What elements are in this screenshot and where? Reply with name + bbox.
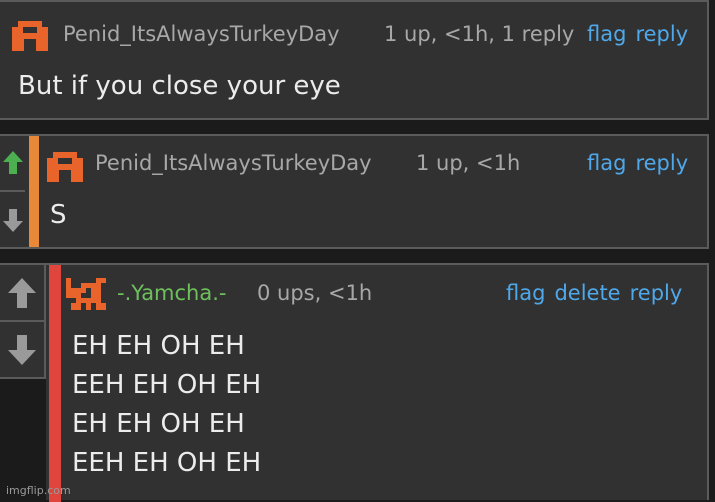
downvote-button[interactable] — [0, 192, 25, 247]
reply-link[interactable]: reply — [635, 151, 688, 175]
watermark: imgflip.com — [6, 484, 71, 497]
comment-3: -.Yamcha.- 0 ups, <1h flag delete reply … — [0, 263, 709, 502]
comment-body-line: EEH EH OH EH — [72, 370, 262, 400]
comment-2: Penid_ItsAlwaysTurkeyDay 1 up, <1h flag … — [0, 134, 709, 249]
reply-link[interactable]: reply — [630, 281, 683, 305]
comment-body-line: But if you close your eye — [18, 71, 341, 101]
delete-link[interactable]: delete — [554, 281, 620, 305]
pixel-fox-avatar-icon[interactable] — [66, 278, 106, 310]
reply-link[interactable]: reply — [635, 22, 688, 46]
comment-body-line: EH EH OH EH — [72, 331, 245, 361]
down-arrow-icon — [2, 208, 23, 232]
comment-body-line: EEH EH OH EH — [72, 448, 262, 478]
comment-username[interactable]: Penid_ItsAlwaysTurkeyDay — [63, 22, 340, 46]
up-arrow-icon — [8, 277, 36, 308]
comment-username[interactable]: -.Yamcha.- — [117, 281, 227, 305]
vote-column — [0, 136, 25, 247]
avatar-icon[interactable] — [12, 21, 48, 51]
comment-body-line: EH EH OH EH — [72, 409, 245, 439]
up-arrow-icon — [2, 151, 23, 174]
flag-link[interactable]: flag — [506, 281, 545, 305]
avatar-icon[interactable] — [47, 152, 83, 182]
downvote-button[interactable] — [0, 322, 46, 379]
flag-link[interactable]: flag — [587, 151, 626, 175]
comment-body-line: S — [50, 200, 67, 230]
comment-actions: flag reply — [587, 22, 688, 46]
vote-column-spacer — [0, 379, 46, 500]
comment-meta: 1 up, <1h — [416, 151, 521, 175]
comment-body: EH EH OH EH EEH EH OH EH EH EH OH EH EEH… — [72, 327, 261, 483]
flag-link[interactable]: flag — [587, 22, 626, 46]
comment-meta: 0 ups, <1h — [257, 281, 373, 305]
comment-actions: flag reply — [587, 151, 688, 175]
comment-1: Penid_ItsAlwaysTurkeyDay 1 up, <1h, 1 re… — [0, 0, 709, 120]
thread-bar — [29, 136, 39, 247]
comment-body: But if you close your eye — [18, 67, 341, 106]
comment-actions: flag delete reply — [506, 281, 682, 305]
thread-bar — [49, 265, 61, 502]
comment-username[interactable]: Penid_ItsAlwaysTurkeyDay — [95, 151, 372, 175]
down-arrow-icon — [8, 334, 36, 365]
comment-meta: 1 up, <1h, 1 reply — [384, 22, 575, 46]
upvote-button[interactable] — [0, 136, 25, 192]
vote-column — [0, 265, 46, 500]
upvote-button[interactable] — [0, 265, 46, 322]
comment-body: S — [50, 196, 67, 235]
